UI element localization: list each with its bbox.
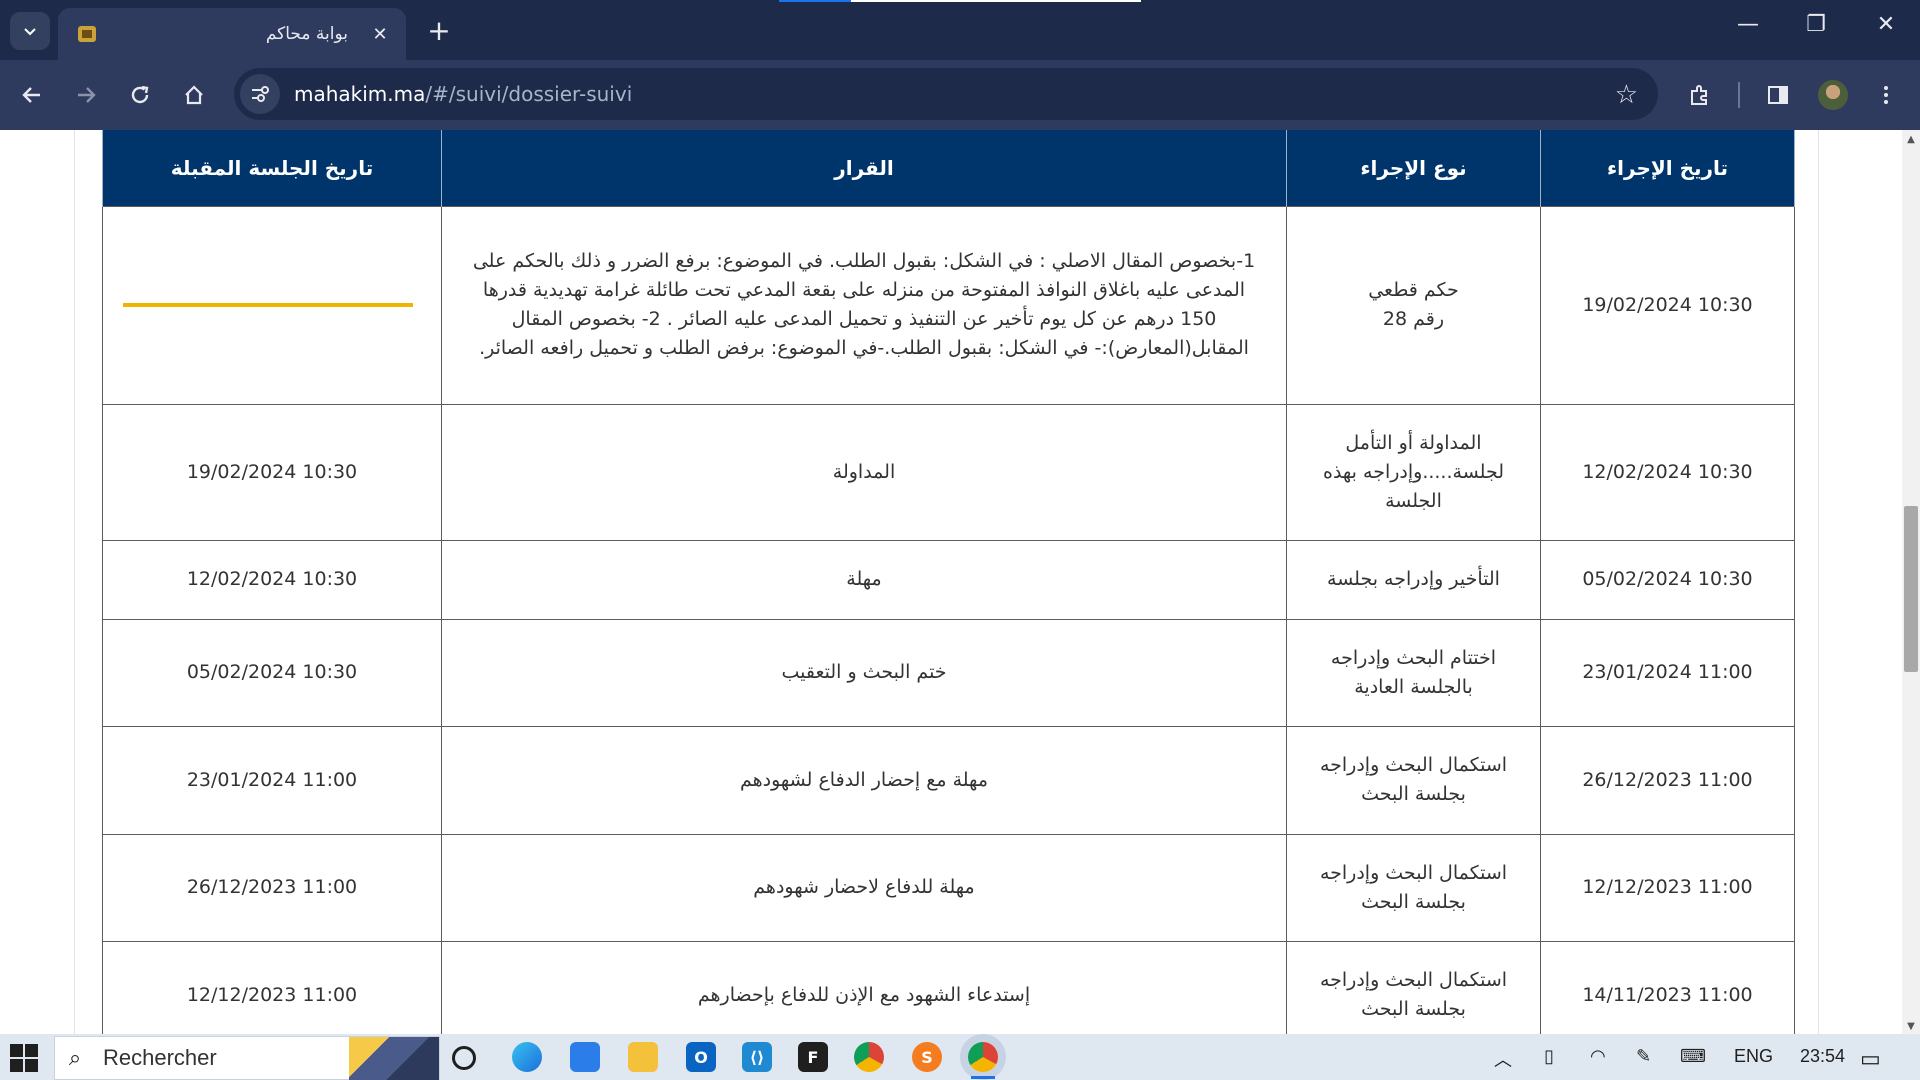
next-session-date <box>102 205 442 405</box>
court-logo-icon <box>78 26 96 42</box>
keyboard-icon[interactable]: ⌨ <box>1680 1046 1706 1067</box>
procedure-date: 14/11/2023 11:00 <box>1540 940 1795 1034</box>
minimize-icon[interactable]: — <box>1728 12 1768 37</box>
figma-icon[interactable]: F <box>798 1042 828 1072</box>
search-highlight-art <box>349 1037 439 1080</box>
procedure-date: 23/01/2024 11:00 <box>1540 618 1795 727</box>
site-info-icon[interactable] <box>240 74 280 114</box>
decision: ختم البحث و التعقيب <box>441 618 1287 727</box>
decision: إستدعاء الشهود مع الإذن للدفاع بإحضارهم <box>441 940 1287 1034</box>
restore-icon[interactable]: ❐ <box>1796 12 1836 37</box>
plus-icon[interactable]: + <box>424 14 454 47</box>
windows-start-icon[interactable] <box>10 1044 38 1072</box>
chrome-active-icon[interactable] <box>968 1042 998 1072</box>
page-content: تاريخ الإجراء نوع الإجراء القرار تاريخ ا… <box>0 130 1920 1034</box>
reload-icon[interactable] <box>120 76 160 114</box>
table-row: 12/02/2024 10:30 المداولة أو التأمل لجلسة… <box>102 403 1795 541</box>
store-icon[interactable] <box>570 1042 600 1072</box>
home-icon[interactable] <box>174 76 214 114</box>
device-icon[interactable]: ▯ <box>1544 1046 1554 1067</box>
next-session-date: 19/02/2024 10:30 <box>102 403 442 541</box>
taskbar-search-box[interactable]: ⌕ Rechercher <box>54 1036 440 1080</box>
procedure-type: اختتام البحث وإدراجه بالجلسة العادية <box>1286 618 1541 727</box>
procedure-type: استكمال البحث وإدراجه بجلسة البحث <box>1286 725 1541 835</box>
decision: مهلة <box>441 539 1287 620</box>
window-close-icon[interactable]: ✕ <box>1866 12 1906 37</box>
procedure-type: المداولة أو التأمل لجلسة.....وإدراجه بهذه… <box>1286 403 1541 541</box>
active-app-indicator <box>971 1076 995 1079</box>
side-panel-icon[interactable] <box>1758 76 1798 114</box>
header-decision: القرار <box>441 130 1287 206</box>
header-procedure-type: نوع الإجراء <box>1286 130 1541 206</box>
scroll-down-arrow-icon[interactable]: ▼ <box>1902 1021 1920 1032</box>
table-row: 14/11/2023 11:00 استكمال البحث وإدراجه بج… <box>102 940 1795 1034</box>
next-session-date: 26/12/2023 11:00 <box>102 833 442 942</box>
next-session-date: 12/12/2023 11:00 <box>102 940 442 1034</box>
procedure-type: التأخير وإدراجه بجلسة <box>1286 539 1541 620</box>
outlook-icon[interactable]: O <box>686 1042 716 1072</box>
procedure-date: 12/02/2024 10:30 <box>1540 403 1795 541</box>
card-border-right <box>1818 130 1819 1034</box>
file-explorer-icon[interactable] <box>628 1042 658 1072</box>
address-bar[interactable]: mahakim.ma/#/suivi/dossier-suivi ☆ <box>234 68 1658 120</box>
star-icon[interactable]: ☆ <box>1615 80 1638 110</box>
table-header-row: تاريخ الإجراء نوع الإجراء القرار تاريخ ا… <box>102 130 1795 206</box>
chrome-icon[interactable] <box>854 1042 884 1072</box>
chevron-up-icon[interactable]: ︿ <box>1494 1046 1512 1072</box>
url-text: mahakim.ma/#/suivi/dossier-suivi <box>294 82 633 106</box>
close-icon[interactable]: ✕ <box>368 24 392 45</box>
browser-tab-bar: بوابة محاكم ✕ + — ❐ ✕ <box>0 0 1920 60</box>
procedures-table: تاريخ الإجراء نوع الإجراء القرار تاريخ ا… <box>102 130 1795 1034</box>
language-indicator[interactable]: ENG <box>1734 1046 1773 1067</box>
toolbar-separator <box>1738 82 1740 108</box>
next-session-date: 23/01/2024 11:00 <box>102 725 442 835</box>
tab-search-icon[interactable] <box>10 12 50 50</box>
table-row: 26/12/2023 11:00 استكمال البحث وإدراجه بج… <box>102 725 1795 835</box>
wifi-icon[interactable]: ◠ <box>1590 1046 1606 1067</box>
procedure-date: 05/02/2024 10:30 <box>1540 539 1795 620</box>
search-placeholder: Rechercher <box>103 1045 217 1070</box>
next-session-date: 12/02/2024 10:30 <box>102 539 442 620</box>
next-session-date: 05/02/2024 10:30 <box>102 618 442 727</box>
scrollbar-thumb[interactable] <box>1904 506 1918 672</box>
search-icon: ⌕ <box>68 1045 82 1071</box>
clock[interactable]: 23:54 <box>1800 1046 1845 1067</box>
decision: المداولة <box>441 403 1287 541</box>
pending-indicator <box>123 303 413 307</box>
notifications-icon[interactable]: ▭ <box>1860 1046 1881 1072</box>
vscode-icon[interactable]: ⟨⟩ <box>742 1042 772 1072</box>
procedure-type: استكمال البحث وإدراجه بجلسة البحث <box>1286 833 1541 942</box>
back-icon[interactable] <box>12 76 52 114</box>
scroll-up-arrow-icon[interactable]: ▲ <box>1902 134 1920 145</box>
header-next-session-date: تاريخ الجلسة المقبلة <box>102 130 442 206</box>
table-row: 12/12/2023 11:00 استكمال البحث وإدراجه بج… <box>102 833 1795 942</box>
tab-title: بوابة محاكم <box>265 24 348 44</box>
decision: مهلة للدفاع لاحضار شهودهم <box>441 833 1287 942</box>
table-row: 19/02/2024 10:30 حكم قطعي رقم 28 1-بخصوص … <box>102 205 1795 405</box>
header-procedure-date: تاريخ الإجراء <box>1540 130 1795 206</box>
edge-icon[interactable] <box>512 1042 542 1072</box>
procedure-date: 26/12/2023 11:00 <box>1540 725 1795 835</box>
decision: مهلة مع إحضار الدفاع لشهودهم <box>441 725 1287 835</box>
sublime-icon[interactable]: S <box>912 1042 942 1072</box>
table-row: 05/02/2024 10:30 التأخير وإدراجه بجلسة م… <box>102 539 1795 620</box>
procedure-type: استكمال البحث وإدراجه بجلسة البحث <box>1286 940 1541 1034</box>
procedure-date: 19/02/2024 10:30 <box>1540 205 1795 405</box>
page-scrollbar[interactable]: ▲ ▼ <box>1902 130 1920 1034</box>
task-view-icon[interactable] <box>452 1046 476 1070</box>
decision: 1-بخصوص المقال الاصلي : في الشكل: بقبول … <box>441 205 1287 405</box>
pen-icon[interactable]: ✎ <box>1636 1046 1651 1067</box>
profile-avatar[interactable] <box>1818 80 1848 110</box>
procedure-type: حكم قطعي رقم 28 <box>1286 205 1541 405</box>
windows-taskbar: ⌕ Rechercher O ⟨⟩ F S ︿ ▯ ◠ ✎ ⌨ ENG 23:5… <box>0 1034 1920 1080</box>
procedure-date: 12/12/2023 11:00 <box>1540 833 1795 942</box>
forward-icon[interactable] <box>66 76 106 114</box>
extensions-icon[interactable] <box>1680 76 1720 114</box>
card-border-left <box>74 130 75 1034</box>
active-tab[interactable]: بوابة محاكم ✕ <box>58 8 406 60</box>
loading-progress-bar <box>779 0 1141 2</box>
menu-icon[interactable] <box>1866 76 1906 114</box>
table-row: 23/01/2024 11:00 اختتام البحث وإدراجه بال… <box>102 618 1795 727</box>
